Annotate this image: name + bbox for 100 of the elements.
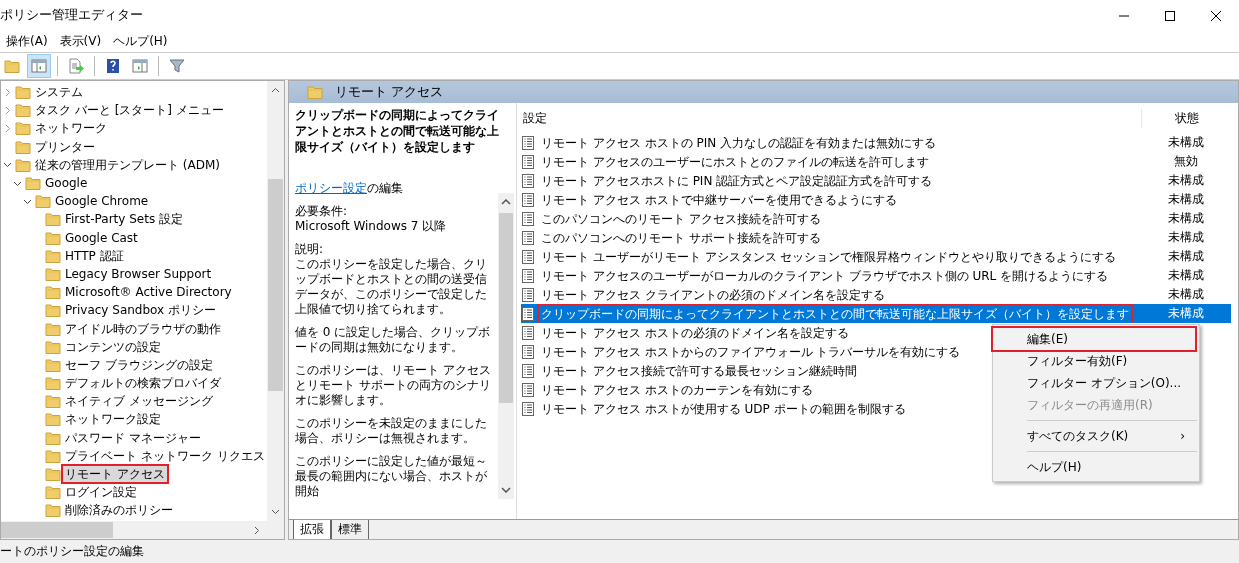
column-header[interactable]: 設定 <box>523 111 547 125</box>
folder-icon <box>307 84 323 100</box>
tree-item[interactable]: ネットワーク設定 <box>63 411 163 428</box>
policy-title: クリップボードの同期によってクライアントとホストとの間で転送可能な上限サイズ（バイト）を設定します <box>294 107 500 156</box>
tree-item[interactable]: Google Cast <box>63 229 140 246</box>
policy-icon <box>521 154 535 169</box>
tree-item[interactable]: リモート アクセス <box>63 466 167 483</box>
policy-icon <box>521 268 535 283</box>
description-text: このポリシーは、リモート アクセスとリモート サポートの両方のシナリオに影響します。 <box>295 363 492 408</box>
policy-icon <box>521 173 535 188</box>
tree-item[interactable]: Privacy Sandbox ポリシー <box>63 302 218 319</box>
description-text: 値を 0 に設定した場合、クリップボードの同期は無効になります。 <box>295 325 492 355</box>
description-text: 必要条件: Microsoft Windows 7 以降 <box>295 204 448 234</box>
folder-icon <box>45 484 61 501</box>
status-text: ートのポリシー設定の編集 <box>0 544 144 558</box>
scroll-up-icon[interactable] <box>501 199 511 205</box>
column-header[interactable]: 状態 <box>1174 110 1199 125</box>
description-text: このポリシーに設定した値が最短～最長の範囲内にない場合、ホストが開始 <box>295 454 488 499</box>
policy-icon <box>521 249 535 264</box>
table-row[interactable]: リモート アクセス ホストのカーテンを有効にする <box>521 380 815 399</box>
menu-item[interactable]: 編集(E) <box>993 328 1195 350</box>
tree-item[interactable]: ネイティブ メッセージング <box>63 393 215 410</box>
policy-icon <box>521 401 535 416</box>
tree-item[interactable]: タスク バーと [スタート] メニュー <box>33 102 226 119</box>
folder-icon <box>45 502 61 519</box>
table-row[interactable]: このパソコンへのリモート サポート接続を許可する <box>521 228 823 247</box>
table-row[interactable]: リモート アクセスホストに PIN 認証方式とペア設定認証方式を許可する <box>521 171 935 190</box>
tree-item[interactable]: アイドル時のブラウザの動作 <box>63 320 223 337</box>
folder-icon <box>15 156 31 173</box>
tree-item[interactable]: デフォルトの検索プロバイダ <box>63 375 223 392</box>
scrollbar[interactable] <box>267 81 284 521</box>
tree-item[interactable]: プライベート ネットワーク リクエス <box>63 447 266 464</box>
maximize-icon[interactable] <box>1165 10 1175 21</box>
tree-item[interactable]: HTTP 認証 <box>63 247 126 264</box>
folder-icon <box>45 393 61 410</box>
table-row[interactable]: リモート アクセス クライアントの必須のドメイン名を設定する <box>521 285 887 304</box>
tree-item[interactable]: 削除済みのポリシー <box>63 502 175 519</box>
folder-icon <box>45 247 61 264</box>
folder-icon <box>45 229 61 246</box>
state-text: 未構成 <box>1168 249 1204 263</box>
scroll-down-icon[interactable] <box>501 487 511 493</box>
menu-item[interactable]: フィルター有効(F) <box>995 350 1197 372</box>
tree-item[interactable]: システム <box>33 84 85 101</box>
policy-icon <box>521 135 535 150</box>
folder-icon <box>45 411 61 428</box>
description-text: 説明: このポリシーを設定した場合、クリップボードとホストとの間の送受信データが、このポリシーで設定した上限値で切り捨てられます。 <box>295 242 488 317</box>
folder-icon <box>45 302 61 319</box>
table-row[interactable]: リモート アクセス ホストで中継サーバーを使用できるようにする <box>521 190 899 209</box>
folder-icon <box>45 466 61 483</box>
folder-icon <box>45 447 61 464</box>
tree-item[interactable]: 従来の管理用テンプレート (ADM) <box>33 156 222 173</box>
tree-item[interactable]: ログイン設定 <box>63 484 139 501</box>
close-icon[interactable] <box>1211 10 1221 21</box>
table-row[interactable]: リモート ユーザーがリモート アシスタンス セッションで権限昇格ウィンドウとやり取りできるようにする <box>521 247 1119 266</box>
table-row[interactable]: リモート アクセス ホストが使用する UDP ポートの範囲を制限する <box>521 399 908 418</box>
scroll-up-icon[interactable] <box>271 87 280 93</box>
collapse-icon[interactable] <box>2 160 12 170</box>
table-row[interactable]: リモート アクセスのユーザーにホストとのファイルの転送を許可します <box>521 152 931 171</box>
tree-item[interactable]: Google Chrome <box>53 193 151 210</box>
menu-item[interactable]: 操作(A) <box>0 32 54 50</box>
tree-item[interactable]: Legacy Browser Support <box>63 265 214 282</box>
state-text: 未構成 <box>1168 287 1204 301</box>
table-row[interactable]: リモート アクセス ホストの必須のドメイン名を設定する <box>521 323 851 342</box>
scroll-right-icon[interactable] <box>254 526 260 535</box>
view-tab[interactable]: 拡張 <box>293 520 331 539</box>
tree-item[interactable]: コンテンツの設定 <box>63 338 163 355</box>
policy-setting-link[interactable]: ポリシー設定 <box>295 181 367 195</box>
menu-item[interactable]: すべてのタスク(K) › <box>995 425 1197 447</box>
tree-item[interactable]: First-Party Sets 設定 <box>63 211 185 228</box>
scroll-down-icon[interactable] <box>271 509 280 515</box>
policy-icon <box>521 344 535 359</box>
tree-item[interactable]: Google <box>43 175 90 192</box>
menu-item[interactable]: ヘルプ(H) <box>107 32 174 50</box>
table-row[interactable]: リモート アクセス接続で許可する最長セッション継続時間 <box>521 361 859 380</box>
menu-item[interactable]: フィルター オプション(O)... <box>995 372 1197 394</box>
folder-icon <box>45 284 61 301</box>
view-tab[interactable]: 標準 <box>331 520 369 539</box>
folder-icon <box>15 84 31 101</box>
scrollbar[interactable] <box>498 193 514 499</box>
tree-item[interactable]: ネットワーク <box>33 120 109 137</box>
tree-item[interactable]: セーフ ブラウジングの設定 <box>63 356 215 373</box>
tree-item[interactable]: パスワード マネージャー <box>63 429 203 446</box>
table-row[interactable]: リモート アクセス ホストからのファイアウォール トラバーサルを有効にする <box>521 342 963 361</box>
policy-icon <box>521 192 535 207</box>
policy-icon <box>521 325 535 340</box>
table-row[interactable]: このパソコンへのリモート アクセス接続を許可する <box>521 209 823 228</box>
folder-icon <box>45 211 61 228</box>
tree-item[interactable]: Microsoft® Active Directory <box>63 284 234 301</box>
folder-icon <box>45 320 61 337</box>
tree-item[interactable]: プリンター <box>33 138 97 155</box>
scrollbar[interactable] <box>1 521 284 539</box>
menu-item[interactable]: 表示(V) <box>53 32 108 50</box>
table-row[interactable]: リモート アクセスのユーザーがローカルのクライアント ブラウザでホスト側の URL を開けるようにする <box>521 266 1111 285</box>
edit-policy-text: ポリシー設定の編集 <box>295 181 404 196</box>
table-row[interactable]: リモート アクセス ホストの PIN 入力なしの認証を有効または無効にする <box>521 133 938 152</box>
table-row[interactable]: クリップボードの同期によってクライアントとホストとの間で転送可能な上限サイズ（バイト）を設定します <box>521 304 1141 323</box>
policy-icon <box>521 287 535 302</box>
menu-item[interactable]: ヘルプ(H) <box>995 456 1197 478</box>
folder-icon <box>45 375 61 392</box>
folder-icon <box>15 138 31 155</box>
